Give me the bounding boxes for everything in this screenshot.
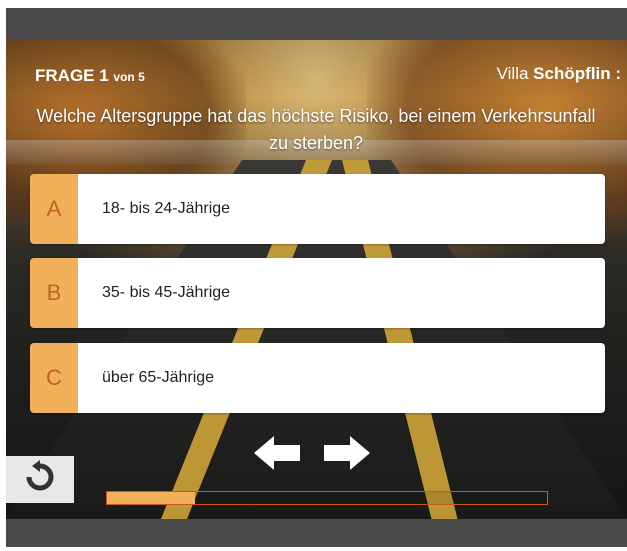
progress-bar — [106, 491, 548, 505]
top-bar — [6, 8, 627, 40]
answer-letter: A — [30, 174, 78, 244]
arrow-right-icon[interactable] — [322, 436, 370, 470]
answer-option-a[interactable]: A 18- bis 24-Jährige — [30, 174, 605, 244]
answer-label: über 65-Jährige — [78, 343, 605, 413]
arrow-left-icon[interactable] — [254, 436, 302, 470]
progress-fill — [107, 492, 195, 504]
answer-letter: C — [30, 343, 78, 413]
question-text: Welche Altersgruppe hat das höchste Risi… — [36, 106, 596, 153]
quiz-widget: FRAGE 1 von 5 Villa Schöpflin : Welche A… — [0, 0, 627, 551]
answer-label: 18- bis 24-Jährige — [78, 174, 605, 244]
question-counter: FRAGE 1 von 5 — [35, 66, 145, 86]
answer-option-b[interactable]: B 35- bis 45-Jährige — [30, 258, 605, 328]
answer-option-c[interactable]: C über 65-Jährige — [30, 343, 605, 413]
question-counter-total: von 5 — [113, 70, 145, 84]
brand-logo: Villa Schöpflin : — [497, 64, 621, 84]
reset-button[interactable] — [6, 456, 74, 503]
refresh-icon — [23, 460, 57, 499]
brand-prefix: Villa — [496, 64, 529, 83]
answer-letter: B — [30, 258, 78, 328]
brand-name: Schöpflin : — [533, 64, 621, 83]
question-counter-label: FRAGE 1 — [35, 66, 109, 85]
bottom-bar — [6, 519, 627, 547]
answer-label: 35- bis 45-Jährige — [78, 258, 605, 328]
